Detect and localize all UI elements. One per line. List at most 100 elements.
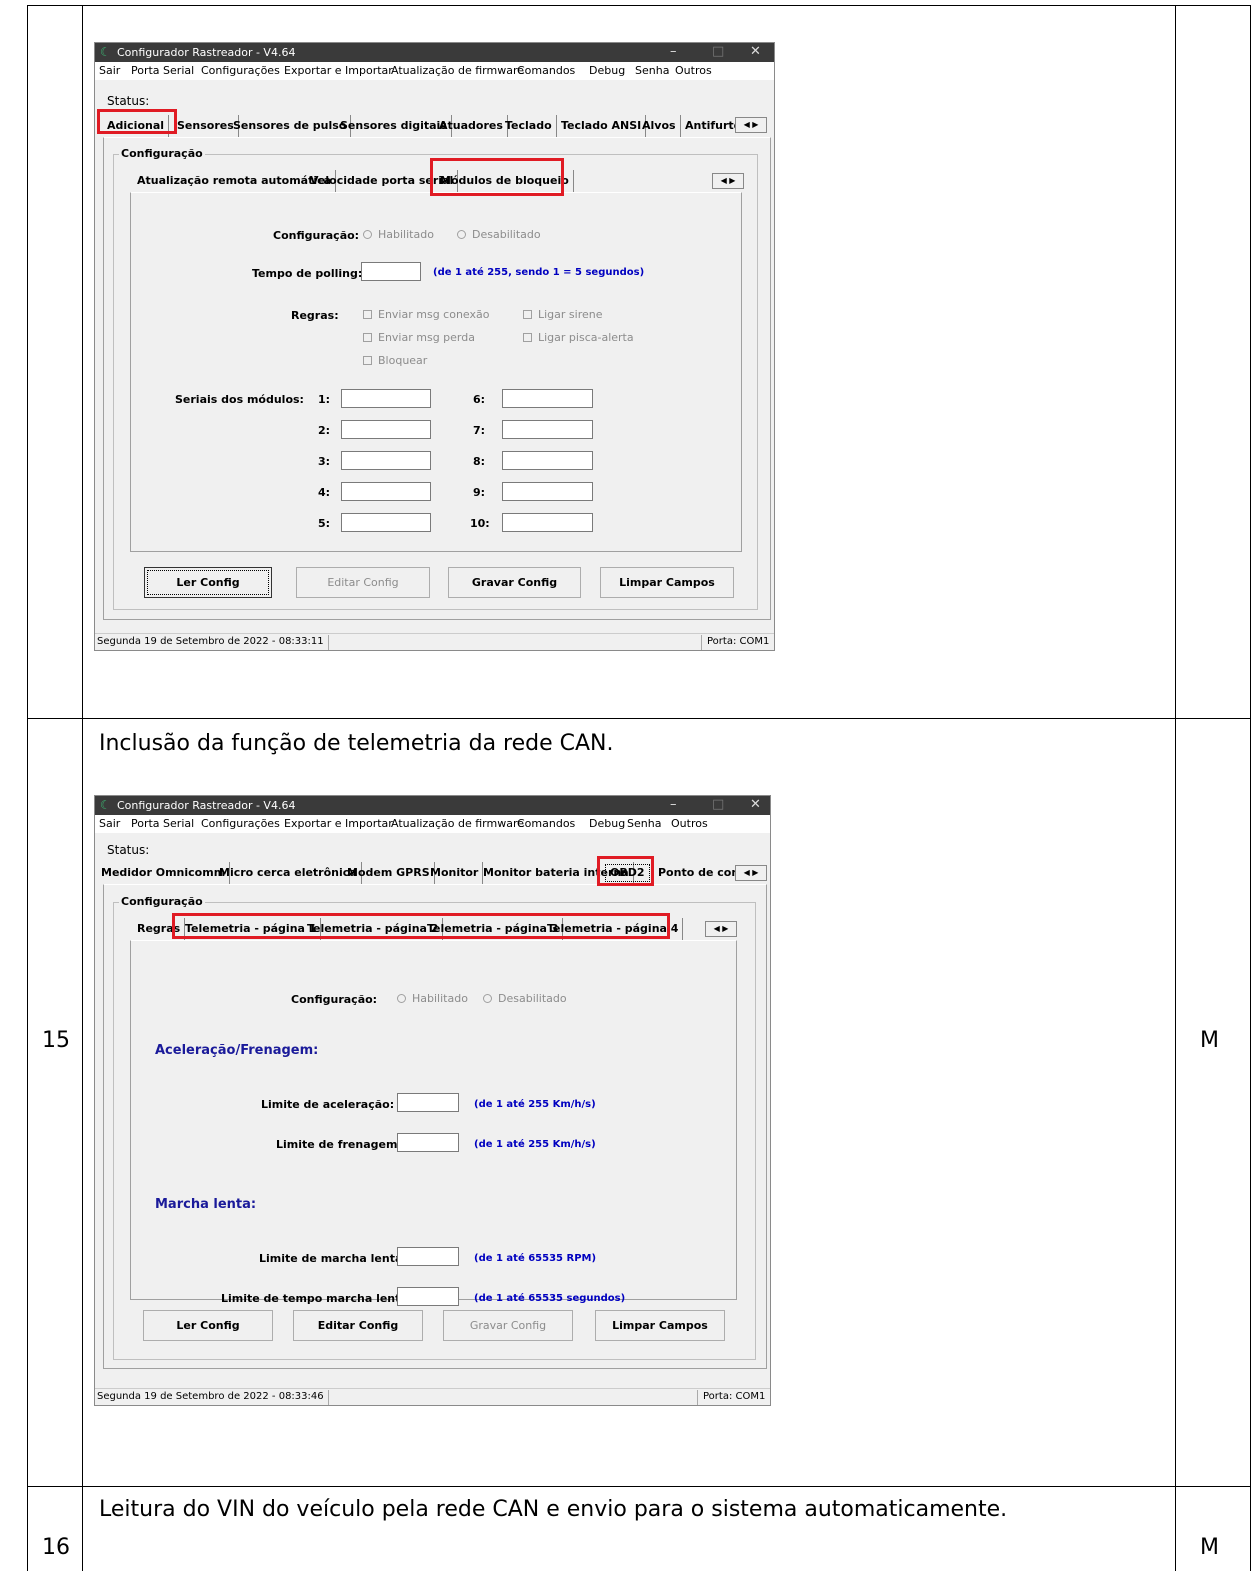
menu-sair[interactable]: Sair (99, 64, 120, 77)
menu-outros[interactable]: Outros (675, 64, 712, 77)
highlight-obd2-tab (597, 856, 654, 886)
polling-hint: (de 1 até 255, sendo 1 = 5 segundos) (433, 267, 645, 278)
ler-config-button[interactable]: Ler Config (143, 1310, 273, 1341)
menu-sair[interactable]: Sair (99, 817, 120, 830)
tab-scroll-arrows[interactable]: ◀ ▶ (735, 865, 767, 881)
idle-hint: (de 1 até 65535 RPM) (474, 1253, 597, 1264)
serial-input-3[interactable] (341, 451, 431, 470)
accel-input[interactable] (397, 1093, 459, 1112)
brake-input[interactable] (397, 1133, 459, 1152)
config-label: Configuração: (273, 229, 360, 242)
menu-outros[interactable]: Outros (671, 817, 708, 830)
tab-atuadores[interactable]: Atuadores (435, 115, 508, 137)
tab-teclado[interactable]: Teclado (501, 115, 557, 137)
menu-comandos[interactable]: Comandos (517, 64, 575, 77)
menu-porta-serial[interactable]: Porta Serial (131, 817, 194, 830)
maximize-icon[interactable]: □ (712, 797, 724, 812)
menu-configuracoes[interactable]: Configurações (201, 64, 280, 77)
radio-habilitado[interactable]: Habilitado (363, 228, 434, 241)
serial-input-8[interactable] (502, 451, 593, 470)
idle-input[interactable] (397, 1247, 459, 1266)
highlight-telemetria-tabs (172, 913, 670, 939)
tab-monitor[interactable]: Monitor (426, 862, 484, 884)
menu-configuracoes[interactable]: Configurações (201, 817, 280, 830)
limpar-campos-button[interactable]: Limpar Campos (595, 1310, 725, 1341)
close-icon[interactable]: ✕ (750, 44, 761, 59)
serial-input-1[interactable] (341, 389, 431, 408)
row-16-number: 16 (42, 1535, 70, 1560)
menu-debug[interactable]: Debug (589, 817, 625, 830)
serial-input-9[interactable] (502, 482, 593, 501)
serial-input-4[interactable] (341, 482, 431, 501)
status-bar: Segunda 19 de Setembro de 2022 - 08:33:1… (95, 633, 774, 650)
serial-num-5: 5: (318, 517, 331, 530)
idle-label: Limite de marcha lenta: (259, 1252, 407, 1265)
subtab-scroll-arrows[interactable]: ◀ ▶ (705, 921, 737, 937)
tab-micro-cerca[interactable]: Micro cerca eletrônica (215, 862, 362, 884)
minimize-icon[interactable]: – (670, 797, 677, 812)
title-bar: ☾ Configurador Rastreador - V4.64 – □ ✕ (95, 796, 770, 815)
maximize-icon[interactable]: □ (712, 44, 724, 59)
idle-time-hint: (de 1 até 65535 segundos) (474, 1293, 626, 1304)
serial-input-10[interactable] (502, 513, 593, 532)
serial-num-9: 9: (473, 486, 486, 499)
radio-habilitado[interactable]: Habilitado (397, 992, 468, 1005)
tab-sensores-pulso[interactable]: Sensores de pulso (229, 115, 352, 137)
idle-time-input[interactable] (397, 1287, 459, 1306)
serial-input-5[interactable] (341, 513, 431, 532)
limpar-campos-button[interactable]: Limpar Campos (600, 567, 734, 598)
gravar-config-button[interactable]: Gravar Config (448, 567, 581, 598)
status-separator-2 (701, 635, 702, 650)
status-datetime: Segunda 19 de Setembro de 2022 - 08:33:4… (97, 1391, 324, 1402)
check-enviar-conexao[interactable]: Enviar msg conexão (363, 308, 489, 321)
menu-senha[interactable]: Senha (627, 817, 661, 830)
serials-label: Seriais dos módulos: (175, 393, 304, 406)
editar-config-button[interactable]: Editar Config (293, 1310, 423, 1341)
check-bloquear[interactable]: Bloquear (363, 354, 427, 367)
serial-input-6[interactable] (502, 389, 593, 408)
menu-atualizacao-firmware[interactable]: Atualização de firmware (391, 817, 524, 830)
table-col-divider-2 (1175, 5, 1176, 1571)
radio-desabilitado[interactable]: Desabilitado (483, 992, 567, 1005)
app-logo-icon: ☾ (100, 798, 111, 812)
tab-medidor-omnicomm[interactable]: Medidor Omnicomm (97, 862, 231, 884)
menu-porta-serial[interactable]: Porta Serial (131, 64, 194, 77)
status-datetime: Segunda 19 de Setembro de 2022 - 08:33:1… (97, 636, 324, 647)
ler-config-button[interactable]: Ler Config (144, 567, 272, 598)
tab-modem-gprs[interactable]: Modem GPRS (343, 862, 435, 884)
serial-num-10: 10: (470, 517, 490, 530)
app-logo-icon: ☾ (100, 45, 111, 59)
polling-input[interactable] (361, 262, 421, 281)
brake-hint: (de 1 até 255 Km/h/s) (474, 1139, 596, 1150)
highlight-modulos-tab (430, 158, 564, 196)
check-ligar-pisca[interactable]: Ligar pisca-alerta (523, 331, 634, 344)
polling-label: Tempo de polling: (252, 267, 363, 280)
subtab-scroll-arrows[interactable]: ◀ ▶ (712, 173, 744, 189)
check-enviar-perda[interactable]: Enviar msg perda (363, 331, 475, 344)
title-bar: ☾ Configurador Rastreador - V4.64 – □ ✕ (95, 43, 774, 62)
editar-config-button[interactable]: Editar Config (296, 567, 430, 598)
minimize-icon[interactable]: – (670, 44, 677, 59)
tab-scroll-arrows[interactable]: ◀ ▶ (735, 117, 767, 133)
accel-label: Limite de aceleração: (261, 1098, 395, 1111)
menu-atualizacao-firmware[interactable]: Atualização de firmware (391, 64, 524, 77)
sub-tab-panel (130, 192, 742, 552)
serial-input-2[interactable] (341, 420, 431, 439)
menu-exportar-importar[interactable]: Exportar e Importar (284, 817, 393, 830)
tab-alvos[interactable]: Alvos (638, 115, 681, 137)
menu-exportar-importar[interactable]: Exportar e Importar (284, 64, 393, 77)
radio-desabilitado[interactable]: Desabilitado (457, 228, 541, 241)
close-icon[interactable]: ✕ (750, 797, 761, 812)
tab-teclado-ansi[interactable]: Teclado ANSI (557, 115, 647, 137)
serial-num-6: 6: (473, 393, 486, 406)
status-bar: Segunda 19 de Setembro de 2022 - 08:33:4… (95, 1388, 770, 1405)
tab-ponto-controle[interactable]: Ponto de cont (654, 862, 737, 884)
serial-num-1: 1: (318, 393, 331, 406)
status-label: Status: (107, 843, 150, 857)
menu-senha[interactable]: Senha (635, 64, 669, 77)
serial-input-7[interactable] (502, 420, 593, 439)
menu-debug[interactable]: Debug (589, 64, 625, 77)
gravar-config-button[interactable]: Gravar Config (443, 1310, 573, 1341)
check-ligar-sirene[interactable]: Ligar sirene (523, 308, 603, 321)
menu-comandos[interactable]: Comandos (517, 817, 575, 830)
